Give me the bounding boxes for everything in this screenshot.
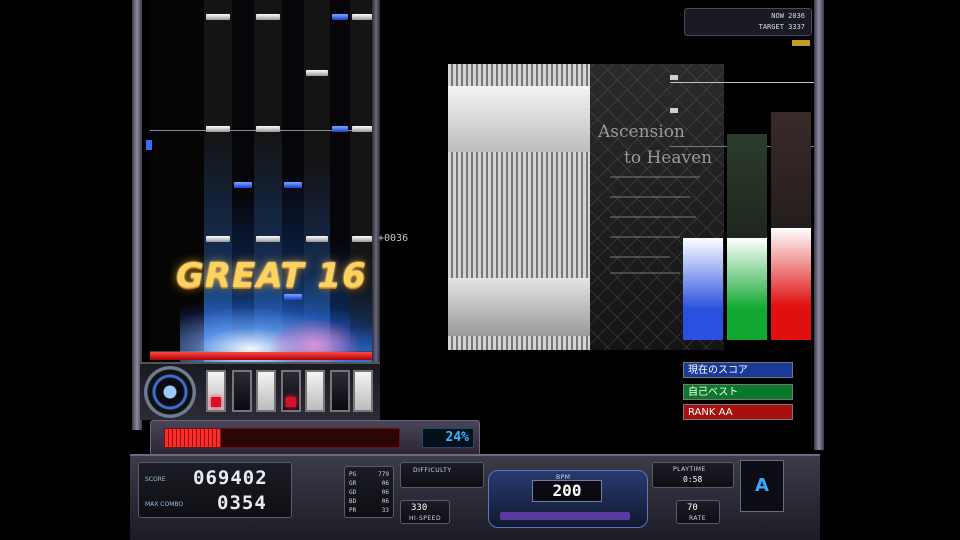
max-combo-value: 0354 (217, 492, 267, 514)
target-score-value: 3337 (788, 23, 805, 31)
judge-count-label: PR (349, 507, 357, 514)
lane-cover-marker (146, 140, 152, 150)
note (234, 182, 252, 188)
judge-count-row: PG 779 (345, 471, 393, 479)
note (256, 236, 280, 242)
note (256, 14, 280, 20)
bga-song-title-line1: Ascension (598, 122, 685, 142)
legend-rank-target: RANK AA (683, 404, 793, 420)
playtime-label: PLAYTIME (673, 466, 706, 473)
note (206, 236, 230, 242)
graph-frame-right (814, 0, 824, 450)
note (306, 70, 328, 76)
groove-gauge (164, 428, 400, 448)
bga-song-title-line2: to Heaven (624, 148, 713, 168)
key-2 (232, 370, 252, 412)
score-label: SCORE (145, 476, 166, 483)
key-1 (206, 370, 226, 412)
legend-personal-best: 自己ベスト (683, 384, 793, 400)
graph-header: NOW 2036 TARGET 3337 (684, 8, 812, 36)
judge-count-value: 06 (381, 498, 389, 505)
groove-gauge-fill (165, 429, 222, 447)
bpm-value: 200 (532, 480, 602, 502)
legend-current-score: 現在のスコア (683, 362, 793, 378)
judgement-display: GREAT 16 (176, 256, 367, 296)
now-score-value: 2036 (788, 12, 805, 20)
judge-count-row: GD 06 (345, 489, 393, 497)
target-score-label: TARGET (758, 23, 784, 31)
judge-count-row: PR 33 (345, 507, 393, 515)
graph-bar-rank (771, 228, 811, 340)
graph-gridline (670, 82, 814, 83)
judge-count-row: BD 06 (345, 498, 393, 506)
hispeed-plate: 330 HI-SPEED (400, 500, 450, 524)
now-score-label: NOW (771, 12, 784, 20)
bpm-strip (500, 512, 630, 520)
graph-tick (670, 75, 678, 80)
judge-count-value: 06 (381, 489, 389, 496)
turntable-icon (144, 366, 196, 418)
playtime-plate: PLAYTIME 0:58 (652, 462, 734, 488)
note (206, 126, 230, 132)
key-7 (353, 370, 373, 412)
key-4 (281, 370, 301, 412)
note (332, 126, 348, 132)
difficulty-plate: DIFFICULTY (400, 462, 484, 488)
judge-count-label: GR (349, 480, 357, 487)
graph-indicator (792, 40, 810, 46)
difficulty-label: DIFFICULTY (413, 467, 452, 474)
graph-bar-current (683, 238, 723, 340)
judgement-combo: 16 (317, 256, 367, 296)
note (352, 14, 372, 20)
graph-bar-best (727, 238, 767, 340)
judge-count-row: GR 06 (345, 480, 393, 488)
judge-count-table: PG 779 GR 06 GD 06 BD 06 PR 33 (344, 466, 394, 518)
note (352, 126, 372, 132)
key-5 (305, 370, 325, 412)
note (352, 236, 372, 242)
score-plate: SCORE 069402 MAX COMBO 0354 (138, 462, 292, 518)
current-rank: A (740, 460, 784, 512)
judge-count-value: 779 (378, 471, 389, 478)
rate-value: 70 (687, 503, 698, 513)
note (206, 14, 230, 20)
judge-count-label: PG (349, 471, 357, 478)
hispeed-value: 330 (411, 503, 428, 513)
key-6 (330, 370, 350, 412)
note (256, 126, 280, 132)
note (332, 14, 348, 20)
judge-count-label: GD (349, 489, 357, 496)
note (306, 236, 328, 242)
judge-line (150, 352, 372, 360)
note (284, 182, 302, 188)
timing-offset: +0036 (378, 233, 409, 244)
rate-plate: 70 RATE (676, 500, 720, 524)
graph-tick (670, 108, 678, 113)
score-value: 069402 (193, 467, 268, 489)
hispeed-label: HI-SPEED (409, 515, 442, 522)
key-3 (256, 370, 276, 412)
judge-count-label: BD (349, 498, 357, 505)
groove-gauge-percent: 24% (422, 428, 474, 448)
max-combo-label: MAX COMBO (145, 501, 184, 508)
playtime-value: 0:58 (683, 475, 703, 484)
judge-count-value: 33 (381, 507, 389, 514)
judge-count-value: 06 (381, 480, 389, 487)
judgement-label: GREAT (176, 256, 305, 296)
rate-label: RATE (689, 515, 707, 522)
